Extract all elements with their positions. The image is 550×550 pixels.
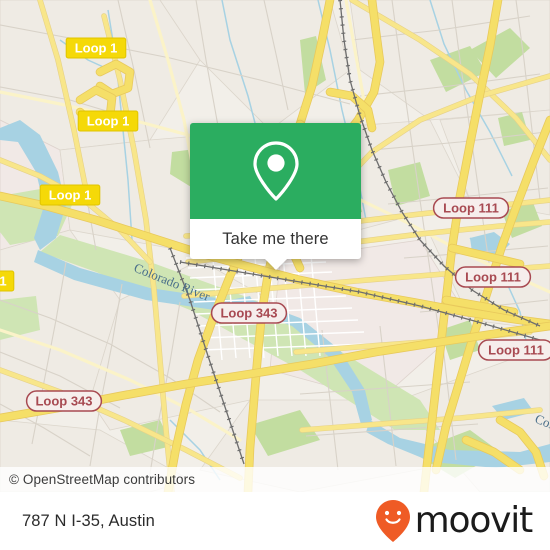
- road-shield-label: Loop 111: [465, 270, 521, 285]
- take-me-there-label: Take me there: [222, 229, 329, 248]
- moovit-logo: moovit: [375, 499, 534, 543]
- road-shield-label: Loop 111: [488, 343, 544, 358]
- road-shield-motorway: Loop 1: [65, 37, 127, 59]
- popup-tail: [264, 259, 287, 270]
- moovit-smiley-pin-icon: [375, 500, 410, 542]
- road-shield-motorway: Loop 1: [39, 184, 101, 206]
- road-shield-label: 1: [0, 274, 7, 289]
- road-shield-motorway: 1: [0, 270, 15, 292]
- map-pin-icon: [252, 141, 299, 201]
- moovit-wordmark: moovit: [414, 500, 534, 541]
- road-shield-label: Loop 1: [75, 41, 118, 56]
- road-shield-trunk: Loop 111: [477, 339, 550, 361]
- footer-bar: 787 N I-35, Austin moovit: [0, 492, 550, 550]
- road-shield-label: Loop 1: [87, 114, 130, 129]
- map-canvas[interactable]: .land{fill:#f2efe9;} .block{fill:#efebe4…: [0, 0, 550, 492]
- road-shield-trunk: Loop 343: [25, 390, 103, 412]
- osm-attribution-bar: © OpenStreetMap contributors: [0, 467, 550, 492]
- road-shield-label: Loop 1: [49, 188, 92, 203]
- moovit-map-screenshot: .land{fill:#f2efe9;} .block{fill:#efebe4…: [0, 0, 550, 550]
- road-shield-label: Loop 111: [443, 201, 499, 216]
- take-me-there-button[interactable]: Take me there: [190, 219, 361, 259]
- road-shield-trunk: Loop 111: [432, 197, 510, 219]
- road-shield-motorway: Loop 1: [77, 110, 139, 132]
- osm-attribution-text: © OpenStreetMap contributors: [9, 472, 196, 487]
- popup-icon-area: [190, 123, 361, 219]
- road-shield-trunk: Loop 343: [210, 302, 288, 324]
- road-shield-label: Loop 343: [220, 306, 277, 321]
- road-shield-trunk: Loop 111: [454, 266, 532, 288]
- address-label: 787 N I-35, Austin: [22, 511, 155, 530]
- location-popup-card[interactable]: Take me there: [190, 123, 361, 270]
- road-shield-label: Loop 343: [35, 394, 92, 409]
